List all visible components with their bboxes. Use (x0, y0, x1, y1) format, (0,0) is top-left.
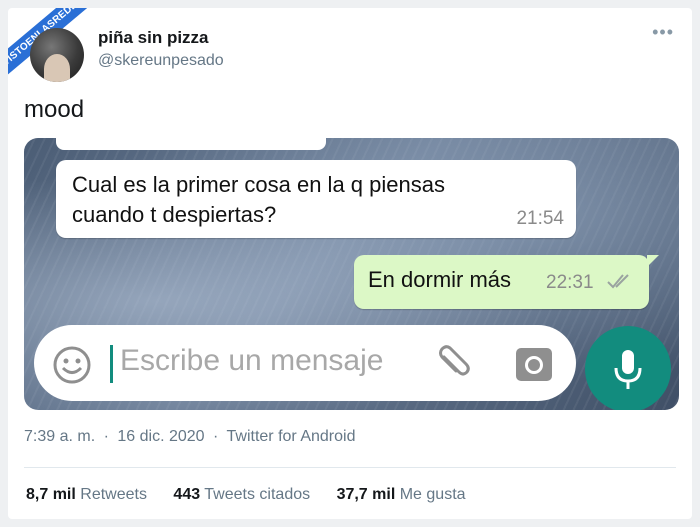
emoji-icon[interactable] (52, 345, 92, 390)
incoming-message-bubble: Cual es la primer cosa en la q piensas c… (56, 160, 576, 238)
outgoing-message-bubble: En dormir más 22:31 (354, 255, 659, 309)
retweets-label: Retweets (80, 486, 147, 503)
quotes-label: Tweets citados (204, 486, 311, 503)
avatar[interactable] (30, 28, 84, 82)
tweet-source[interactable]: Twitter for Android (227, 428, 356, 445)
camera-icon[interactable] (514, 345, 554, 388)
message-input-bar[interactable]: Escribe un mensaje (34, 325, 576, 401)
microphone-icon (614, 350, 642, 389)
previous-message-bubble (56, 138, 326, 150)
double-check-icon (606, 272, 632, 295)
text-caret (110, 345, 113, 383)
likes-count: 37,7 mil (336, 486, 396, 503)
divider (24, 467, 676, 468)
quotes-stat[interactable]: 443 Tweets citados (173, 486, 310, 503)
retweets-count: 8,7 mil (26, 486, 76, 503)
likes-stat[interactable]: 37,7 mil Me gusta (337, 486, 466, 503)
tweet-meta: 7:39 a. m. · 16 dic. 2020 · Twitter for … (24, 428, 359, 446)
tweet-media-image[interactable]: Cual es la primer cosa en la q piensas c… (24, 138, 679, 410)
incoming-message-text: Cual es la primer cosa en la q piensas c… (72, 172, 445, 227)
tweet-card: VISTOENLASREDES piña sin pizza @skereunp… (8, 8, 692, 519)
outgoing-message-text: En dormir más (368, 267, 512, 292)
more-dots-icon[interactable]: ••• (652, 22, 674, 43)
author-handle[interactable]: @skereunpesado (98, 52, 224, 70)
quotes-count: 443 (173, 486, 201, 503)
author-name[interactable]: piña sin pizza (98, 28, 209, 48)
tweet-date[interactable]: 16 dic. 2020 (117, 428, 204, 445)
likes-label: Me gusta (399, 486, 466, 503)
paperclip-icon[interactable] (432, 343, 472, 388)
tweet-time[interactable]: 7:39 a. m. (24, 428, 95, 445)
voice-record-button[interactable] (585, 326, 671, 410)
tweet-stats: 8,7 mil Retweets 443 Tweets citados 37,7… (26, 486, 488, 504)
tweet-text: mood (24, 96, 85, 123)
meta-separator: · (103, 428, 109, 445)
incoming-message-time: 21:54 (516, 208, 564, 229)
retweets-stat[interactable]: 8,7 mil Retweets (26, 486, 147, 503)
outgoing-message-time: 22:31 (546, 272, 594, 293)
message-input-placeholder[interactable]: Escribe un mensaje (120, 344, 383, 378)
meta-separator: · (213, 428, 219, 445)
